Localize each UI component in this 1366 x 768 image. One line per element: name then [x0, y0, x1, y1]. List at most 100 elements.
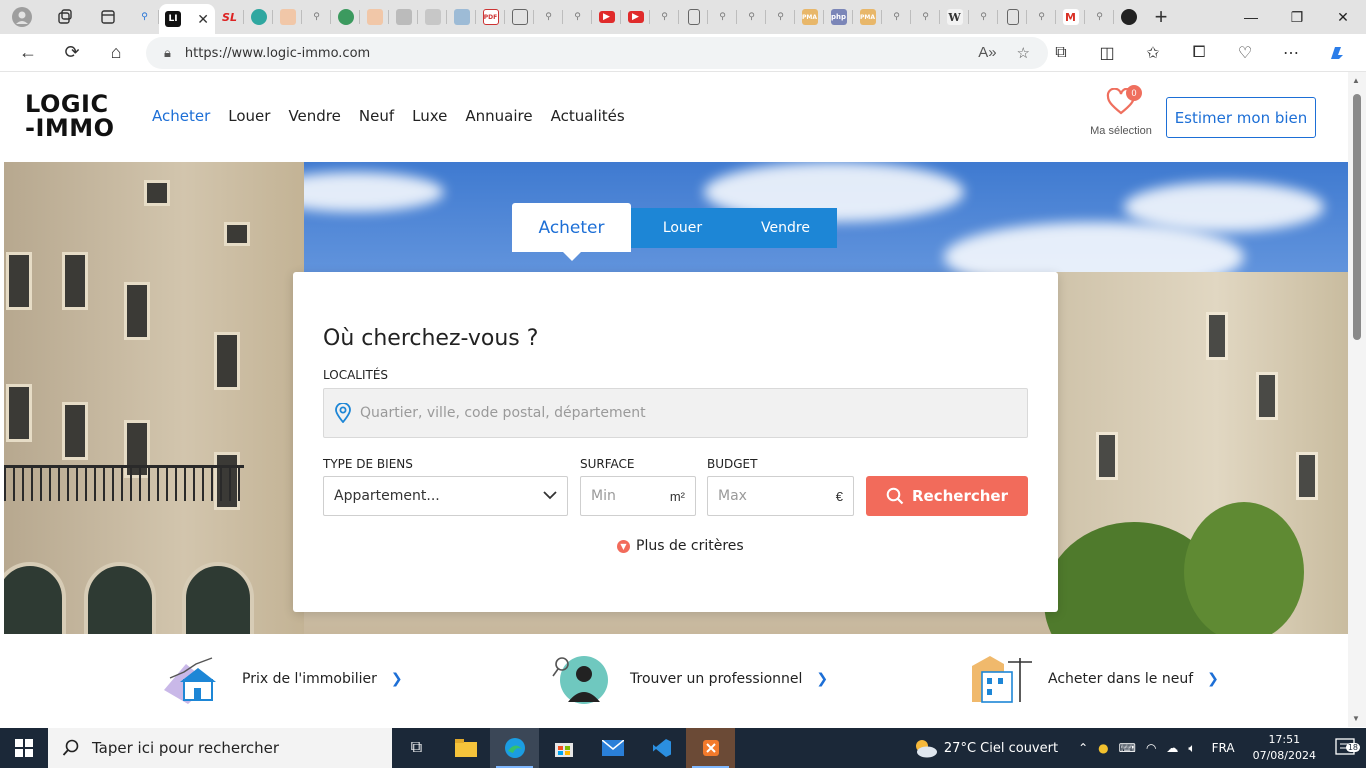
- quicklink-acheter-neuf[interactable]: Acheter dans le neuf ❯: [968, 654, 1219, 704]
- performance-icon[interactable]: ♡: [1222, 34, 1268, 72]
- tab-search-8[interactable]: ⚲: [766, 0, 795, 34]
- nav-annuaire[interactable]: Annuaire: [465, 107, 532, 125]
- task-view-icon[interactable]: ⧉: [392, 728, 441, 768]
- close-icon[interactable]: ✕: [1320, 0, 1366, 34]
- language-indicator[interactable]: FRA: [1204, 741, 1243, 755]
- nav-luxe[interactable]: Luxe: [412, 107, 447, 125]
- tab-doc[interactable]: [679, 0, 708, 34]
- minimize-icon[interactable]: —: [1228, 0, 1274, 34]
- tab-vendre[interactable]: Vendre: [734, 208, 837, 248]
- more-criteria-toggle[interactable]: ▼ Plus de critères: [617, 538, 744, 554]
- extensions-icon[interactable]: ⧉: [1038, 34, 1084, 72]
- microsoft-store-icon[interactable]: [539, 728, 588, 768]
- chevron-up-icon[interactable]: ⌃: [1078, 741, 1088, 756]
- read-aloud-icon[interactable]: A»: [978, 44, 996, 62]
- tab-actions-icon[interactable]: [86, 0, 130, 34]
- workspaces-icon[interactable]: [44, 0, 86, 34]
- tab-search-5[interactable]: ⚲: [650, 0, 679, 34]
- tab-php[interactable]: php: [824, 0, 853, 34]
- tab-search-2[interactable]: ⚲: [302, 0, 331, 34]
- profile-avatar[interactable]: [0, 0, 44, 34]
- tab-github[interactable]: [1114, 0, 1143, 34]
- budget-max-input[interactable]: [718, 488, 778, 504]
- tab-search-10[interactable]: ⚲: [911, 0, 940, 34]
- estimate-property-button[interactable]: Estimer mon bien: [1166, 97, 1316, 138]
- my-selection[interactable]: 0 Ma sélection: [1086, 85, 1156, 137]
- page-scrollbar[interactable]: ▲ ▼: [1348, 72, 1366, 727]
- collections-icon[interactable]: ⧠: [1176, 34, 1222, 72]
- quicklink-trouver-professionnel[interactable]: Trouver un professionnel ❯: [550, 654, 828, 704]
- tab-search-3[interactable]: ⚲: [534, 0, 563, 34]
- url-field[interactable]: 🔒︎ https://www.logic-immo.com A» ☆: [146, 37, 1048, 69]
- new-tab-button[interactable]: +: [1143, 0, 1179, 34]
- tab-gmail[interactable]: M: [1056, 0, 1085, 34]
- tab-edge[interactable]: [244, 0, 273, 34]
- tab-photo[interactable]: [273, 0, 302, 34]
- tab-pdf[interactable]: PDF: [476, 0, 505, 34]
- vscode-icon[interactable]: [637, 728, 686, 768]
- nav-vendre[interactable]: Vendre: [288, 107, 340, 125]
- nav-louer[interactable]: Louer: [228, 107, 270, 125]
- wifi-icon[interactable]: ◠: [1146, 741, 1156, 756]
- tab-sl[interactable]: SL: [215, 0, 244, 34]
- favorite-star-icon[interactable]: ☆: [1017, 44, 1030, 62]
- location-input[interactable]: [360, 405, 1000, 421]
- restore-icon[interactable]: ❐: [1274, 0, 1320, 34]
- tab-pma-2[interactable]: PMA: [853, 0, 882, 34]
- nav-actualites[interactable]: Actualités: [551, 107, 625, 125]
- tab-youtube[interactable]: ▶: [592, 0, 621, 34]
- nav-neuf[interactable]: Neuf: [359, 107, 394, 125]
- close-tab-icon[interactable]: ✕: [197, 11, 209, 28]
- tab-search-12[interactable]: ⚲: [1027, 0, 1056, 34]
- tab-logic-immo-active[interactable]: LI ✕: [159, 4, 215, 34]
- copilot-icon[interactable]: [1314, 34, 1360, 72]
- location-field[interactable]: [323, 388, 1028, 438]
- tab-search-9[interactable]: ⚲: [882, 0, 911, 34]
- site-logo[interactable]: LOGIC -IMMO: [25, 92, 115, 140]
- tab-photo-2[interactable]: [360, 0, 389, 34]
- more-menu-icon[interactable]: ⋯: [1268, 34, 1314, 72]
- usb-icon[interactable]: ⌨: [1119, 741, 1136, 756]
- tab-search-13[interactable]: ⚲: [1085, 0, 1114, 34]
- scrollbar-thumb[interactable]: [1353, 94, 1361, 340]
- back-button[interactable]: ←: [6, 34, 50, 72]
- tab-monitor[interactable]: [447, 0, 476, 34]
- tab-grid[interactable]: [505, 0, 534, 34]
- tab-louer[interactable]: Louer: [631, 208, 734, 248]
- tab-file-2[interactable]: [998, 0, 1027, 34]
- tab-search-4[interactable]: ⚲: [563, 0, 592, 34]
- taskbar-search-box[interactable]: Taper ici pour rechercher: [48, 728, 392, 768]
- favorites-icon[interactable]: ✩: [1130, 34, 1176, 72]
- home-button[interactable]: ⌂: [94, 34, 138, 72]
- file-explorer-icon[interactable]: [441, 728, 490, 768]
- surface-min-input[interactable]: [591, 488, 651, 504]
- volume-icon[interactable]: 🔈︎: [1188, 741, 1195, 756]
- onedrive-icon[interactable]: ☁: [1166, 741, 1178, 756]
- start-button[interactable]: [0, 728, 48, 768]
- refresh-button[interactable]: ⟳: [50, 34, 94, 72]
- tab-youtube-2[interactable]: ▶: [621, 0, 650, 34]
- tab-search-6[interactable]: ⚲: [708, 0, 737, 34]
- tab-search-7[interactable]: ⚲: [737, 0, 766, 34]
- edge-taskbar-icon[interactable]: [490, 728, 539, 768]
- tab-file[interactable]: [389, 0, 418, 34]
- tab-acheter[interactable]: Acheter: [512, 203, 631, 261]
- tab-search-11[interactable]: ⚲: [969, 0, 998, 34]
- quicklink-prix-immobilier[interactable]: Prix de l'immobilier ❯: [162, 654, 403, 704]
- tab-pma[interactable]: PMA: [795, 0, 824, 34]
- nav-acheter[interactable]: Acheter: [152, 107, 210, 125]
- norton-icon[interactable]: ●: [1098, 741, 1108, 756]
- surface-field[interactable]: m²: [580, 476, 696, 516]
- weather-widget[interactable]: 27°C Ciel couvert: [900, 738, 1070, 758]
- notifications-button[interactable]: 18: [1326, 738, 1366, 758]
- scroll-up-icon[interactable]: ▲: [1352, 76, 1360, 85]
- tab-search[interactable]: ⚲: [130, 0, 159, 34]
- split-screen-icon[interactable]: ◫: [1084, 34, 1130, 72]
- scroll-down-icon[interactable]: ▼: [1352, 714, 1360, 723]
- search-button[interactable]: Rechercher: [866, 476, 1028, 516]
- tab-globe[interactable]: [331, 0, 360, 34]
- mail-icon[interactable]: [588, 728, 637, 768]
- property-type-select[interactable]: Appartement...: [323, 476, 568, 516]
- tab-folder[interactable]: [418, 0, 447, 34]
- clock[interactable]: 17:51 07/08/2024: [1243, 732, 1326, 764]
